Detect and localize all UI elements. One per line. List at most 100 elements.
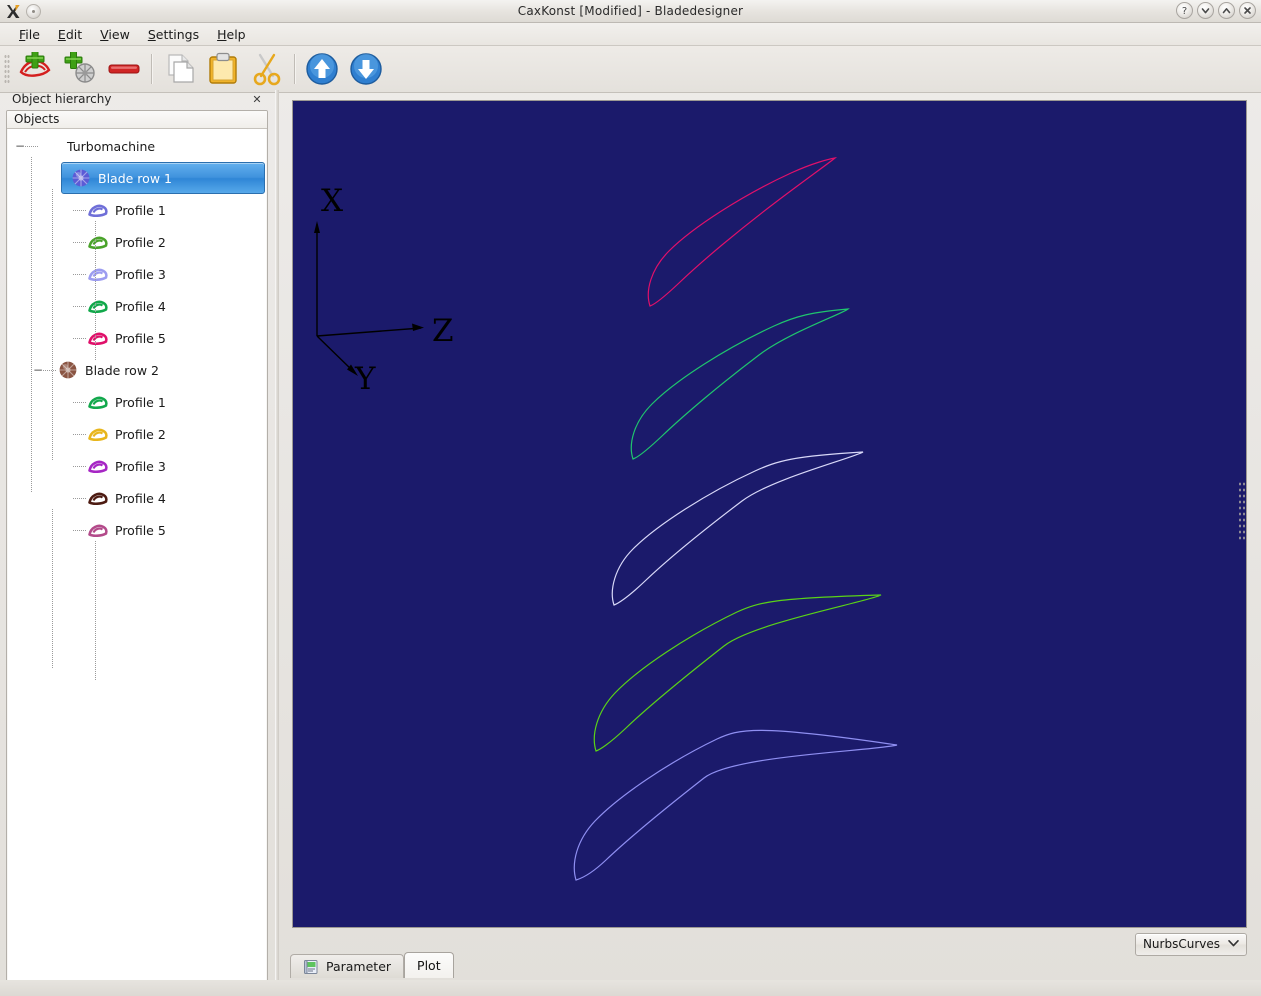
menu-help-mnemonic: H [217,26,227,42]
tree-item-turbomachine[interactable]: − Turbomachine [7,130,267,162]
dock-header: Object hierarchy ✕ [6,90,268,108]
tree-connector-line [73,273,87,275]
scissors-icon [253,53,281,86]
move-down-button[interactable] [344,47,388,91]
dock-splitter[interactable] [270,90,284,992]
menu-edit-label: dit [65,26,83,42]
menu-bar: File Edit View Settings Help [0,23,1261,46]
remove-button[interactable] [102,47,146,91]
x-app-icon [5,3,22,20]
menu-settings-mnemonic: S [147,26,156,42]
tree-connector-line [25,145,39,147]
svg-text:X: X [321,183,343,219]
tree-item-label: Profile 5 [115,522,166,538]
expander-toggle-turbomachine[interactable]: − [15,140,25,152]
paste-button[interactable] [201,47,245,91]
tree-connector-line [73,529,87,531]
title-bar: CaxKonst [Modified] - Bladedesigner ? [0,0,1261,23]
title-bar-icons [0,3,41,20]
tree-item-label: Profile 5 [115,330,166,346]
help-button[interactable]: ? [1176,2,1193,19]
tree-item-br2p1[interactable]: Profile 1 [7,386,267,418]
profile-icon [87,231,109,253]
menu-settings[interactable]: Settings [139,25,208,44]
tab-parameter[interactable]: Parameter [290,954,405,978]
plus-profile-icon [19,52,51,77]
tree-item-br2p2[interactable]: Profile 2 [7,418,267,450]
tree-item-label: Blade row 2 [85,362,159,378]
tree-item-label: Profile 2 [115,426,166,442]
menu-help-label: elp [226,26,246,42]
add-blade-row-button[interactable] [58,47,102,91]
tree-item-label: Profile 2 [115,234,166,250]
canvas-resize-grip[interactable] [1238,481,1246,541]
object-tree[interactable]: − Turbomachine Blade row 1 Profile 1 Profile… [7,129,267,681]
application-window: CaxKonst [Modified] - Bladedesigner ? Fi… [0,0,1261,996]
tree-column-header: Objects [7,111,267,129]
menu-edit[interactable]: Edit [49,25,91,44]
tree-connector-line [73,305,87,307]
blade-row-icon [70,167,92,189]
window-menu-icon[interactable] [26,3,41,19]
profile-icon [87,423,109,445]
toolbar-grip[interactable] [4,54,10,84]
plus-blade-row-icon [64,52,95,83]
svg-text:?: ? [1182,6,1187,17]
add-profile-button[interactable] [14,47,58,91]
arrow-up-circle-icon [306,53,338,85]
tree-guide-line [31,157,32,493]
splitter-bar [275,90,279,992]
svg-text:Z: Z [432,313,454,349]
close-button[interactable] [1239,2,1256,19]
clipboard-icon [209,52,237,84]
notebook-icon [303,959,319,975]
tree-item-br2p3[interactable]: Profile 3 [7,450,267,482]
move-up-button[interactable] [300,47,344,91]
tree-connector-line [73,401,87,403]
maximize-button[interactable] [1218,2,1235,19]
window-controls: ? [1176,2,1256,19]
tree-guide-line [95,221,96,361]
tree-guide-line [52,189,53,461]
tree-connector-line [73,209,87,211]
tree-item-br2p4[interactable]: Profile 4 [7,482,267,514]
tree-item-br1p1[interactable]: Profile 1 [7,194,267,226]
tree-item-bladerow1[interactable]: Blade row 1 [61,162,265,194]
curve-type-value: NurbsCurves [1142,937,1220,951]
profile-icon [87,327,109,349]
tree-item-br1p3[interactable]: Profile 3 [7,258,267,290]
tree-item-br1p2[interactable]: Profile 2 [7,226,267,258]
menu-file-label: ile [25,26,40,42]
close-icon[interactable]: ✕ [250,92,264,106]
tree-connector-line [43,369,57,371]
expander-toggle-bladerow2[interactable]: − [33,364,43,376]
tree-connector-line [73,241,87,243]
tree-item-br1p4[interactable]: Profile 4 [7,290,267,322]
tree-connector-line [73,433,87,435]
blade-row-icon [57,359,79,381]
cut-button[interactable] [245,47,289,91]
tree-item-bladerow2[interactable]: − Blade row 2 [7,354,267,386]
tree-item-br1p5[interactable]: Profile 5 [7,322,267,354]
tree-item-label: Blade row 1 [98,170,172,186]
tab-plot[interactable]: Plot [404,952,454,978]
menu-help[interactable]: Help [208,25,255,44]
menu-file[interactable]: File [10,25,49,44]
tab-parameter-label: Parameter [326,959,392,974]
bottom-tab-strip: Parameter Plot [0,952,1261,978]
tree-item-label: Profile 1 [115,394,166,410]
tree-item-br2p5[interactable]: Profile 5 [7,514,267,546]
minimize-button[interactable] [1197,2,1214,19]
copy-button[interactable] [157,47,201,91]
tree-connector-line [73,465,87,467]
tree-connector-line [73,497,87,499]
minus-icon [108,64,140,74]
menu-view[interactable]: View [91,25,139,44]
tree-item-label: Profile 4 [115,490,166,506]
tree-item-label: Profile 4 [115,298,166,314]
tree-item-label: Turbomachine [67,138,156,154]
profile-icon [87,487,109,509]
window-title: CaxKonst [Modified] - Bladedesigner [517,4,744,18]
plot-canvas[interactable]: X Z Y [292,100,1247,928]
chevron-down-icon [1228,939,1239,950]
